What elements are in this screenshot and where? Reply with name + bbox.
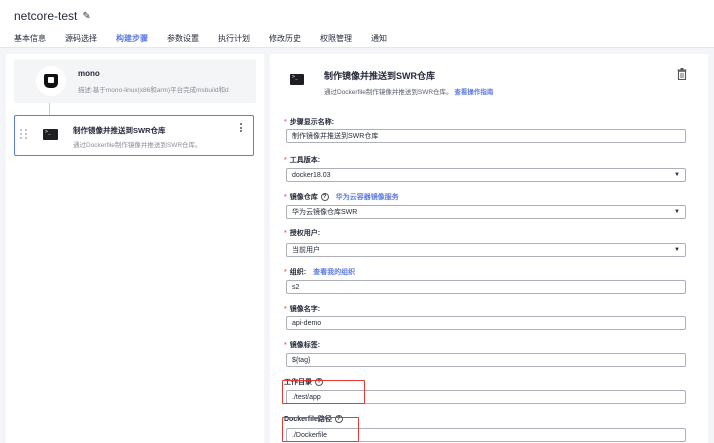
required-mark: * (284, 341, 287, 349)
step-name: 制作镜像并推送到SWR仓库 (73, 126, 166, 135)
task-title-text: netcore-test (14, 9, 78, 23)
field-label-text: 镜像标签: (289, 342, 321, 349)
terminal-icon (290, 74, 304, 85)
page-header: netcore-test ✎ 基本信息 源码选择 构建步骤 参数设置 执行计划 … (0, 0, 714, 50)
main-area: mono 描述:基于mono-linux(x86和arm)平台完成msbuild… (0, 48, 714, 443)
image-name-input[interactable]: api-demo (286, 316, 686, 330)
highlight-box-dockerfile (282, 417, 359, 442)
field-label-text: 镜像名字: (289, 306, 321, 313)
required-mark: * (284, 193, 287, 201)
field-label-text: 工具版本: (289, 157, 321, 164)
field-label-text: 授权用户: (289, 230, 321, 237)
select-value: 华为云镜像仓库SWR (292, 209, 358, 216)
help-icon[interactable]: ? (320, 193, 329, 201)
registry-select[interactable]: 华为云镜像仓库SWR ▼ (286, 205, 686, 219)
field-label-text: 镜像仓库 (289, 194, 318, 201)
required-mark: * (284, 268, 287, 276)
org-input[interactable]: s2 (286, 280, 686, 294)
select-value: 当前用户 (292, 247, 320, 254)
highlight-box-work-dir (282, 380, 365, 404)
registry-label: * 镜像仓库 ? 华为云容器镜像服务 (284, 192, 399, 202)
input-value: 制作镜像并推送到SWR仓库 (292, 133, 379, 140)
step-desc: 通过Dockerfile制作镜像并推送到SWR仓库。 (73, 142, 202, 149)
task-title: netcore-test ✎ (14, 9, 91, 23)
org-label: * 组织: 查看我的组织 (284, 267, 355, 277)
step-card-mono[interactable]: mono 描述:基于mono-linux(x86和arm)平台完成msbuild… (14, 59, 256, 103)
guide-link[interactable]: 查看操作指南 (454, 89, 493, 96)
required-mark: * (284, 118, 287, 126)
edit-pencil-icon[interactable]: ✎ (82, 11, 90, 22)
auth-user-label: * 授权用户: (284, 228, 320, 238)
trash-icon[interactable] (677, 68, 687, 80)
mono-logo-icon (36, 66, 66, 96)
config-desc: 通过Dockerfile制作镜像并推送到SWR仓库。 查看操作指南 (324, 86, 493, 96)
image-tag-label: * 镜像标签: (284, 340, 320, 350)
terminal-icon (43, 129, 58, 140)
step-card-docker[interactable]: 制作镜像并推送到SWR仓库 通过Dockerfile制作镜像并推送到SWR仓库。 (14, 115, 254, 156)
select-value: docker18.03 (292, 171, 331, 179)
config-desc-text: 通过Dockerfile制作镜像并推送到SWR仓库。 (324, 89, 453, 96)
caret-down-icon: ▼ (674, 209, 680, 215)
input-value: ${tag} (292, 356, 311, 364)
drag-handle-icon[interactable] (20, 129, 28, 139)
caret-down-icon: ▼ (674, 172, 680, 178)
display-name-label: * 步骤显示名称: (284, 117, 334, 127)
tool-version-select[interactable]: docker18.03 ▼ (286, 168, 686, 182)
image-tag-input[interactable]: ${tag} (286, 353, 686, 367)
field-label-text: 步骤显示名称: (289, 119, 335, 126)
display-name-input[interactable]: 制作镜像并推送到SWR仓库 (286, 129, 686, 143)
tool-version-label: * 工具版本: (284, 155, 320, 165)
input-value: s2 (292, 283, 300, 291)
step-config-panel: 制作镜像并推送到SWR仓库 通过Dockerfile制作镜像并推送到SWR仓库。… (270, 54, 708, 443)
required-mark: * (284, 229, 287, 237)
field-label-text: 组织: (289, 269, 307, 276)
step-desc: 描述:基于mono-linux(x86和arm)平台完成msbuild和d (78, 87, 229, 94)
required-mark: * (284, 305, 287, 313)
step-name: mono (78, 69, 100, 78)
config-title: 制作镜像并推送到SWR仓库 (324, 71, 435, 81)
step-list-panel: mono 描述:基于mono-linux(x86和arm)平台完成msbuild… (6, 54, 264, 443)
required-mark: * (284, 156, 287, 164)
caret-down-icon: ▼ (674, 247, 680, 253)
view-orgs-link[interactable]: 查看我的组织 (313, 267, 355, 277)
image-name-label: * 镜像名字: (284, 304, 320, 314)
auth-user-select[interactable]: 当前用户 ▼ (286, 243, 686, 257)
swr-service-link[interactable]: 华为云容器镜像服务 (336, 192, 399, 202)
more-vertical-icon[interactable] (240, 123, 242, 132)
input-value: api-demo (292, 319, 322, 327)
